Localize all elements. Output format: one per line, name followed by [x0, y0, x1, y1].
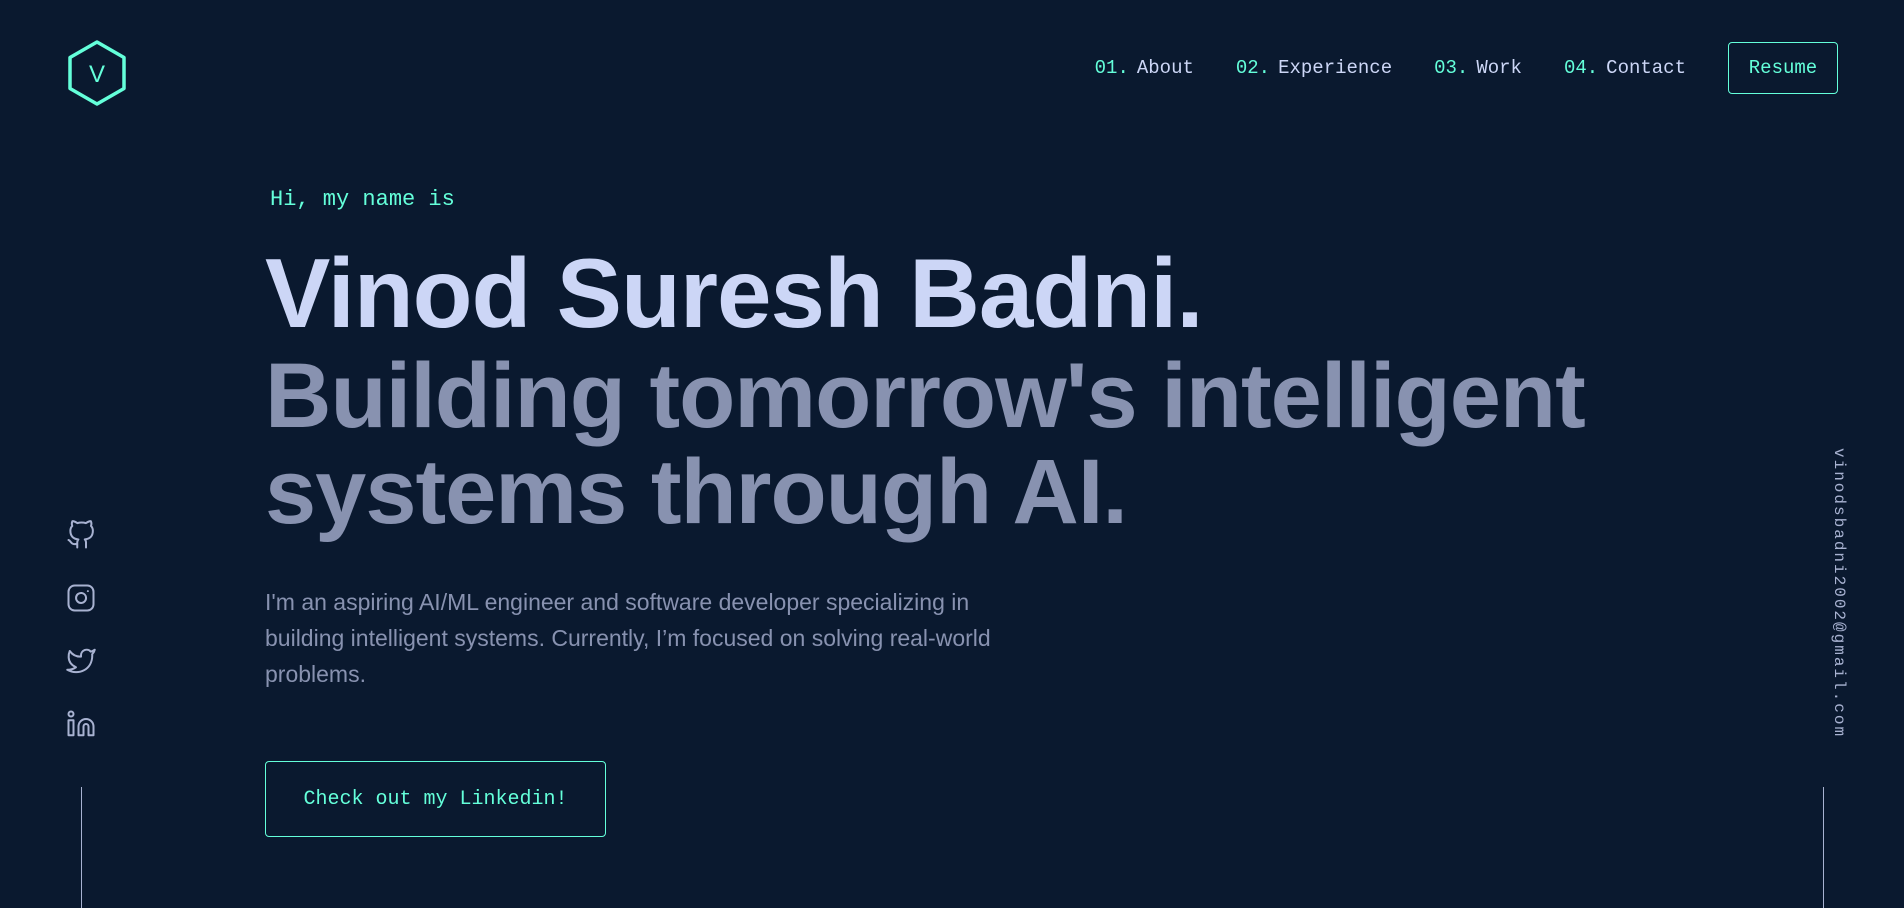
nav-label: Work	[1476, 57, 1522, 79]
instagram-link[interactable]	[66, 583, 96, 613]
nav-item-contact[interactable]: 04. Contact	[1564, 57, 1686, 79]
email-rail: vinodsbadni2002@gmail.com	[1830, 448, 1860, 748]
hero-greeting: Hi, my name is	[270, 187, 455, 212]
hexagon-logo-icon: V	[68, 40, 126, 106]
github-link[interactable]	[66, 520, 96, 550]
hero-tagline: Building tomorrow's intelligent systems …	[265, 345, 1586, 543]
nav-label: Experience	[1278, 57, 1393, 79]
resume-button[interactable]: Resume	[1728, 42, 1838, 94]
nav-label: Contact	[1606, 57, 1686, 79]
linkedin-cta-button[interactable]: Check out my Linkedin!	[265, 761, 606, 837]
logo-link[interactable]: V	[66, 39, 128, 107]
nav-label: About	[1136, 57, 1194, 79]
social-links	[66, 520, 96, 772]
top-nav: 01. About 02. Experience 03. Work 04. Co…	[1095, 41, 1838, 95]
hero-name: Vinod Suresh Badni.	[265, 238, 1204, 348]
instagram-icon	[67, 584, 95, 612]
nav-number: 03.	[1434, 57, 1469, 79]
hero-intro: I'm an aspiring AI/ML engineer and softw…	[265, 589, 991, 687]
logo-letter: V	[89, 61, 105, 88]
left-rail-line	[81, 787, 82, 908]
nav-number: 04.	[1563, 57, 1599, 79]
right-rail-line	[1823, 787, 1824, 908]
nav-item-work[interactable]: 03. Work	[1434, 57, 1522, 79]
nav-number: 02.	[1235, 57, 1271, 79]
email-link[interactable]: vinodsbadni2002@gmail.com	[1830, 448, 1848, 738]
linkedin-link[interactable]	[66, 709, 96, 739]
hero-section: Hi, my name is Vinod Suresh Badni. Build…	[265, 180, 1665, 837]
linkedin-icon	[67, 710, 95, 737]
twitter-link[interactable]	[66, 646, 96, 676]
twitter-icon	[66, 648, 96, 674]
github-icon	[67, 520, 94, 549]
nav-item-experience[interactable]: 02. Experience	[1236, 57, 1392, 79]
nav-item-about[interactable]: 01. About	[1095, 57, 1194, 79]
nav-number: 01.	[1094, 57, 1129, 79]
